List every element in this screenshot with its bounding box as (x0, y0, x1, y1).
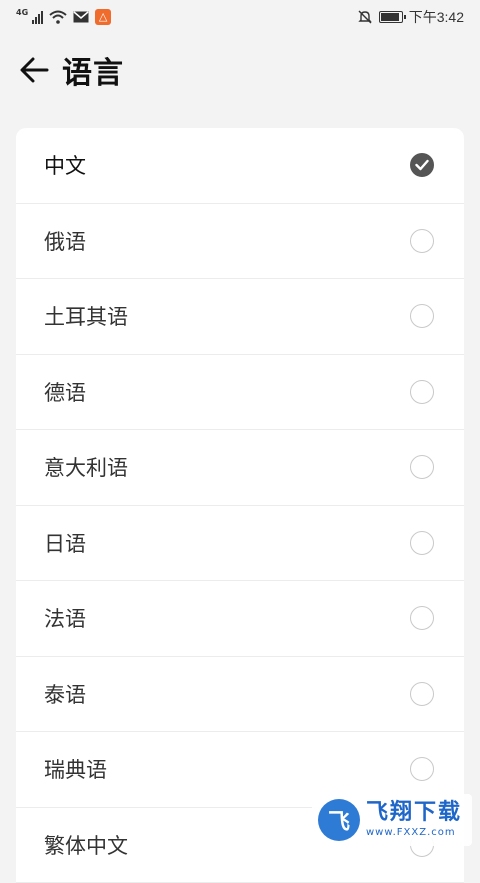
language-option[interactable]: 德语 (16, 355, 464, 431)
app-notification-icon: △ (95, 9, 111, 25)
language-option-label: 土耳其语 (44, 301, 128, 331)
radio-unchecked-icon[interactable] (410, 380, 434, 404)
battery-icon (379, 11, 403, 23)
language-option-label: 法语 (44, 603, 86, 633)
watermark-brand: 飞翔下载 (366, 802, 462, 824)
language-list: 中文俄语土耳其语德语意大利语日语法语泰语瑞典语繁体中文 (16, 128, 464, 883)
back-button[interactable] (12, 48, 56, 92)
radio-unchecked-icon[interactable] (410, 531, 434, 555)
language-option-label: 泰语 (44, 679, 86, 709)
mail-icon (73, 11, 89, 23)
language-option[interactable]: 日语 (16, 506, 464, 582)
header: 语言 (0, 44, 480, 96)
watermark-url: www.FXXZ.com (366, 828, 462, 838)
battery-level (381, 13, 399, 21)
radio-checked-icon[interactable] (410, 153, 434, 177)
language-option-label: 繁体中文 (44, 830, 128, 860)
status-time: 下午3:42 (409, 7, 464, 27)
language-option[interactable]: 中文 (16, 128, 464, 204)
radio-unchecked-icon[interactable] (410, 757, 434, 781)
check-icon (415, 159, 429, 171)
arrow-left-icon (19, 57, 49, 83)
status-bar: 4G △ 下午3:42 (0, 0, 480, 34)
language-option-label: 德语 (44, 377, 86, 407)
status-right: 下午3:42 (357, 7, 464, 27)
language-option[interactable]: 俄语 (16, 204, 464, 280)
language-option[interactable]: 意大利语 (16, 430, 464, 506)
language-option-label: 中文 (44, 150, 86, 180)
language-option-label: 日语 (44, 528, 86, 558)
radio-unchecked-icon[interactable] (410, 455, 434, 479)
radio-unchecked-icon[interactable] (410, 606, 434, 630)
language-option-label: 俄语 (44, 226, 86, 256)
network-type-label: 4G (16, 8, 28, 17)
language-option-label: 瑞典语 (44, 754, 107, 784)
status-left: 4G △ (16, 9, 111, 25)
watermark: 飞 飞翔下载 www.FXXZ.com (312, 794, 472, 846)
bell-muted-icon (357, 9, 373, 25)
page-title: 语言 (62, 48, 124, 92)
radio-unchecked-icon[interactable] (410, 682, 434, 706)
radio-unchecked-icon[interactable] (410, 304, 434, 328)
radio-unchecked-icon[interactable] (410, 229, 434, 253)
signal-icon (32, 10, 43, 24)
language-option[interactable]: 土耳其语 (16, 279, 464, 355)
language-option[interactable]: 法语 (16, 581, 464, 657)
watermark-logo-icon: 飞 (318, 799, 360, 841)
language-option[interactable]: 泰语 (16, 657, 464, 733)
language-option-label: 意大利语 (44, 452, 128, 482)
watermark-text: 飞翔下载 www.FXXZ.com (366, 802, 462, 838)
wifi-icon (49, 10, 67, 24)
